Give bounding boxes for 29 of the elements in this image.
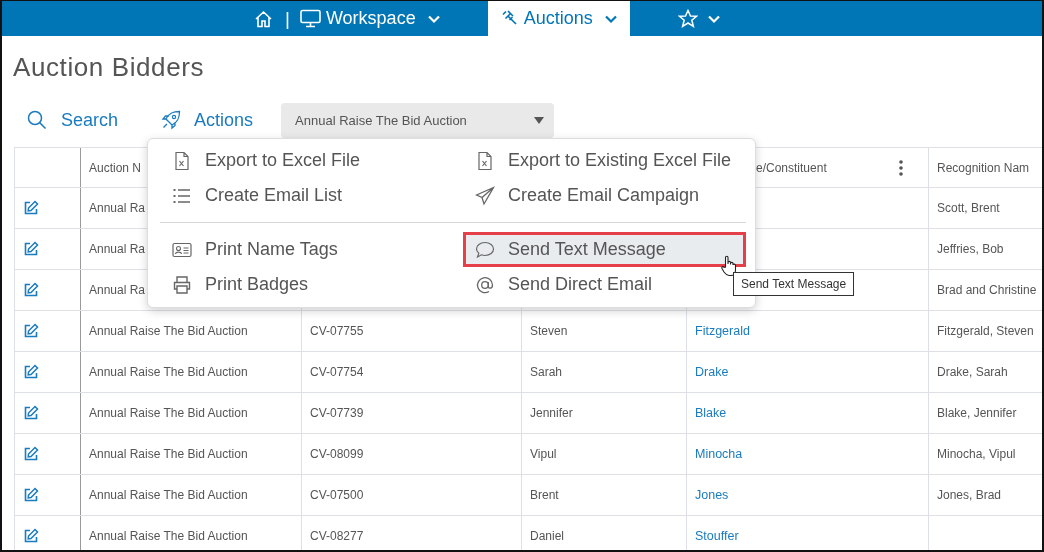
table-cell-text: Drake, Sarah xyxy=(936,364,1009,381)
table-cell: Annual Raise The Bid Auction xyxy=(81,434,302,474)
table-cell-text: Brad and Christine xyxy=(936,282,1038,299)
table-cell: Sarah xyxy=(522,352,687,392)
table-cell-text: Scott, Brent xyxy=(936,200,1001,217)
table-cell: Annual Raise The Bid Auction xyxy=(81,516,302,550)
table-cell: Daniel xyxy=(522,516,687,550)
table-cell: CV-08277 xyxy=(302,516,522,550)
table-cell: Jennifer xyxy=(522,393,687,433)
tooltip: Send Text Message xyxy=(733,272,855,296)
table-cell: Annual Raise The Bid Auction xyxy=(81,475,302,515)
table-cell: CV-07754 xyxy=(302,352,522,392)
table-cell: CV-07739 xyxy=(302,393,522,433)
table-cell: Annual Raise The Bid Auction xyxy=(81,352,302,392)
table-cell: Brent xyxy=(522,475,687,515)
table-cell: Steven xyxy=(522,311,687,351)
table-cell-text: Jeffries, Bob xyxy=(936,241,1005,258)
nav-separator: | xyxy=(285,7,290,30)
page-title: Auction Bidders xyxy=(12,51,206,84)
table-cell-text: Jones, Brad xyxy=(936,487,1003,504)
table-cell-text: Blake, Jennifer xyxy=(936,405,1018,422)
table-cell: CV-08099 xyxy=(302,434,522,474)
table-cell-text: Fitzgerald, Steven xyxy=(936,323,1035,340)
table-cell: CV-07755 xyxy=(302,311,522,351)
table-cell: CV-07500 xyxy=(302,475,522,515)
table-cell: Vipul xyxy=(522,434,687,474)
table-cell: Annual Raise The Bid Auction xyxy=(81,311,302,351)
table-cell-text: Minocha, Vipul xyxy=(936,446,1017,463)
table-cell: Annual Raise The Bid Auction xyxy=(81,393,302,433)
